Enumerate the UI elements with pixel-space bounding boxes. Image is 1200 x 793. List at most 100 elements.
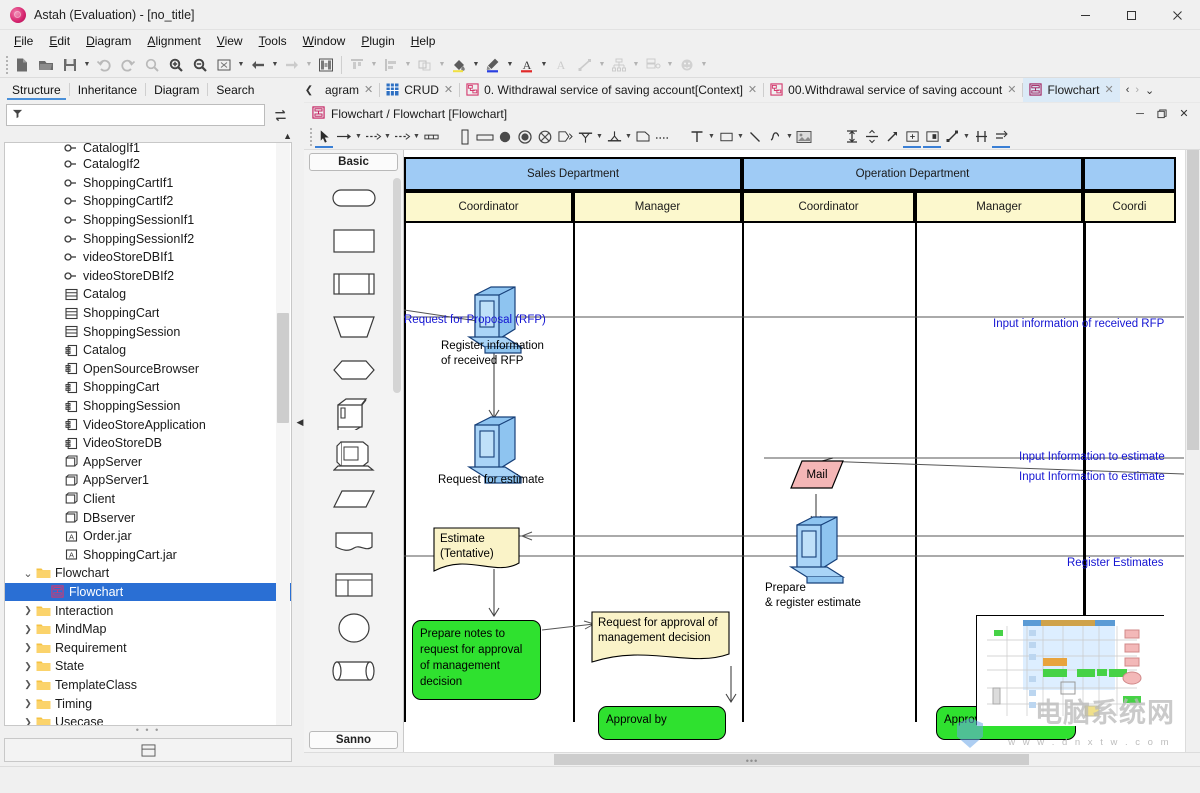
line-icon[interactable] xyxy=(745,126,765,148)
select-tool-icon[interactable] xyxy=(314,126,334,148)
tree-item[interactable]: AOrder.jar xyxy=(5,527,291,546)
association-caret[interactable]: ▼ xyxy=(354,126,363,148)
redo-icon[interactable] xyxy=(116,53,140,77)
swimlane-header[interactable]: Manager xyxy=(573,191,742,223)
fork-node-icon[interactable] xyxy=(575,126,595,148)
tree-folder[interactable]: ❯TemplateClass xyxy=(5,676,291,695)
tab-close-icon[interactable]: ✕ xyxy=(748,83,757,96)
zoom-out-icon[interactable] xyxy=(188,53,212,77)
notation-caret[interactable]: ▼ xyxy=(665,53,675,77)
back-icon[interactable] xyxy=(246,53,270,77)
diagram-minimap[interactable] xyxy=(976,615,1164,725)
cylinder-shape[interactable] xyxy=(304,649,403,692)
join-node-icon[interactable] xyxy=(604,126,624,148)
document-tab[interactable]: CRUD✕ xyxy=(380,78,459,102)
prepare-notes-process[interactable]: Prepare notes to request for approval of… xyxy=(412,620,541,700)
tree-item[interactable]: AppServer1 xyxy=(5,471,291,490)
menu-item-tools[interactable]: Tools xyxy=(251,32,295,50)
menu-item-file[interactable]: File xyxy=(6,32,41,50)
model-tree[interactable]: CatalogIf1CatalogIf2ShoppingCartIf1Shopp… xyxy=(4,142,292,726)
tree-item[interactable]: videoStoreDBIf1 xyxy=(5,248,291,267)
tree-item[interactable]: ShoppingSession xyxy=(5,322,291,341)
back-dropdown-caret[interactable]: ▼ xyxy=(270,53,280,77)
hexagon-shape[interactable] xyxy=(304,348,403,391)
menu-item-edit[interactable]: Edit xyxy=(41,32,78,50)
tree-scroll-up[interactable]: ▲ xyxy=(0,130,296,142)
align-left-caret[interactable]: ▼ xyxy=(403,53,413,77)
resize-caret[interactable]: ▼ xyxy=(962,126,971,148)
text-box-caret[interactable]: ▼ xyxy=(736,126,745,148)
palette-scrollbar[interactable] xyxy=(393,178,401,393)
workstation-shape[interactable] xyxy=(304,434,403,477)
sync-arrows-icon[interactable] xyxy=(270,105,290,125)
tree-folder[interactable]: ❯Usecase xyxy=(5,713,291,726)
swimlane-divider-icon[interactable] xyxy=(971,126,991,148)
palette-header-sanno[interactable]: Sanno xyxy=(309,731,398,749)
document-shape[interactable] xyxy=(304,520,403,563)
flow-label-input-received-rfp[interactable]: Input information of received RFP xyxy=(993,318,1164,330)
swimlane-band[interactable] xyxy=(1083,157,1176,191)
chevron-right-icon[interactable]: ❯ xyxy=(21,717,35,726)
diagram-close-button[interactable]: ✕ xyxy=(1174,105,1194,123)
fit-dropdown-caret[interactable]: ▼ xyxy=(236,53,246,77)
scroll-left-icon[interactable]: ❮ xyxy=(304,85,314,96)
new-icon[interactable] xyxy=(10,53,34,77)
fill-color-icon[interactable] xyxy=(447,53,471,77)
circle-shape[interactable] xyxy=(304,606,403,649)
object-node-icon[interactable] xyxy=(633,126,653,148)
rectangle-shape[interactable] xyxy=(304,219,403,262)
chevron-right-icon[interactable]: ❯ xyxy=(21,624,35,635)
flow-icon[interactable] xyxy=(421,126,441,148)
realization-icon[interactable] xyxy=(392,126,412,148)
fit-to-window-icon[interactable] xyxy=(212,53,236,77)
forward-icon[interactable] xyxy=(280,53,304,77)
search-input[interactable] xyxy=(6,104,265,126)
text-icon[interactable] xyxy=(687,126,707,148)
tree-item[interactable]: ShoppingCart xyxy=(5,378,291,397)
tree-folder[interactable]: ❯State xyxy=(5,657,291,676)
prepare-register-estimate-node[interactable] xyxy=(791,517,843,583)
flow-label-rfp[interactable]: Request for Proposal (RFP) xyxy=(404,314,546,326)
swimlane-band[interactable]: Operation Department xyxy=(742,157,1083,191)
fork-caret[interactable]: ▼ xyxy=(595,126,604,148)
association-icon[interactable] xyxy=(334,126,354,148)
join-caret[interactable]: ▼ xyxy=(624,126,633,148)
tab-diagram[interactable]: Diagram xyxy=(146,81,207,100)
panel-resize-dots[interactable]: • • • xyxy=(0,726,296,734)
align-vertical-icon[interactable] xyxy=(842,126,862,148)
zoom-in-icon[interactable] xyxy=(164,53,188,77)
swimlane-header[interactable]: Manager xyxy=(915,191,1083,223)
tree-folder[interactable]: ❯Requirement xyxy=(5,638,291,657)
menu-item-help[interactable]: Help xyxy=(403,32,444,50)
initial-node-icon[interactable] xyxy=(495,126,515,148)
swimlane-header[interactable]: Coordi xyxy=(1083,191,1176,223)
align-center-icon[interactable] xyxy=(862,126,882,148)
font-icon[interactable]: A xyxy=(549,53,573,77)
tree-item[interactable]: ShoppingCart xyxy=(5,304,291,323)
tab-prev-button[interactable]: ‹ xyxy=(1126,84,1130,96)
canvas-vertical-scrollbar[interactable] xyxy=(1185,150,1200,752)
document-tab[interactable]: Flowchart✕ xyxy=(1023,78,1119,102)
panel-toggle-icon[interactable] xyxy=(4,738,292,762)
canvas-horizontal-scrollbar[interactable]: ••• xyxy=(304,752,1200,766)
stereotype-icon[interactable] xyxy=(675,53,699,77)
tree-item[interactable]: Catalog xyxy=(5,285,291,304)
tree-folder[interactable]: ❯MindMap xyxy=(5,620,291,639)
menu-item-view[interactable]: View xyxy=(209,32,251,50)
text-caret[interactable]: ▼ xyxy=(707,126,716,148)
forward-dropdown-caret[interactable]: ▼ xyxy=(304,53,314,77)
canvas-vscroll-thumb[interactable] xyxy=(1187,150,1199,450)
canvas-hscroll-thumb[interactable] xyxy=(554,754,1029,765)
diagram-restore-button[interactable] xyxy=(1152,105,1172,123)
pin-icon[interactable] xyxy=(653,126,673,148)
tree-item[interactable]: ShoppingSessionIf2 xyxy=(5,229,291,248)
menu-item-window[interactable]: Window xyxy=(295,32,354,50)
insert-lane-icon[interactable] xyxy=(922,126,942,148)
line-color-icon[interactable] xyxy=(481,53,505,77)
dependency-caret[interactable]: ▼ xyxy=(383,126,392,148)
estimate-tentative-doc[interactable]: Estimate(Tentative) xyxy=(434,528,519,571)
rounded-rect-shape[interactable] xyxy=(304,176,403,219)
tree-item[interactable]: ShoppingSession xyxy=(5,397,291,416)
search-input-field[interactable] xyxy=(23,107,259,123)
partition-vertical-icon[interactable] xyxy=(455,126,475,148)
